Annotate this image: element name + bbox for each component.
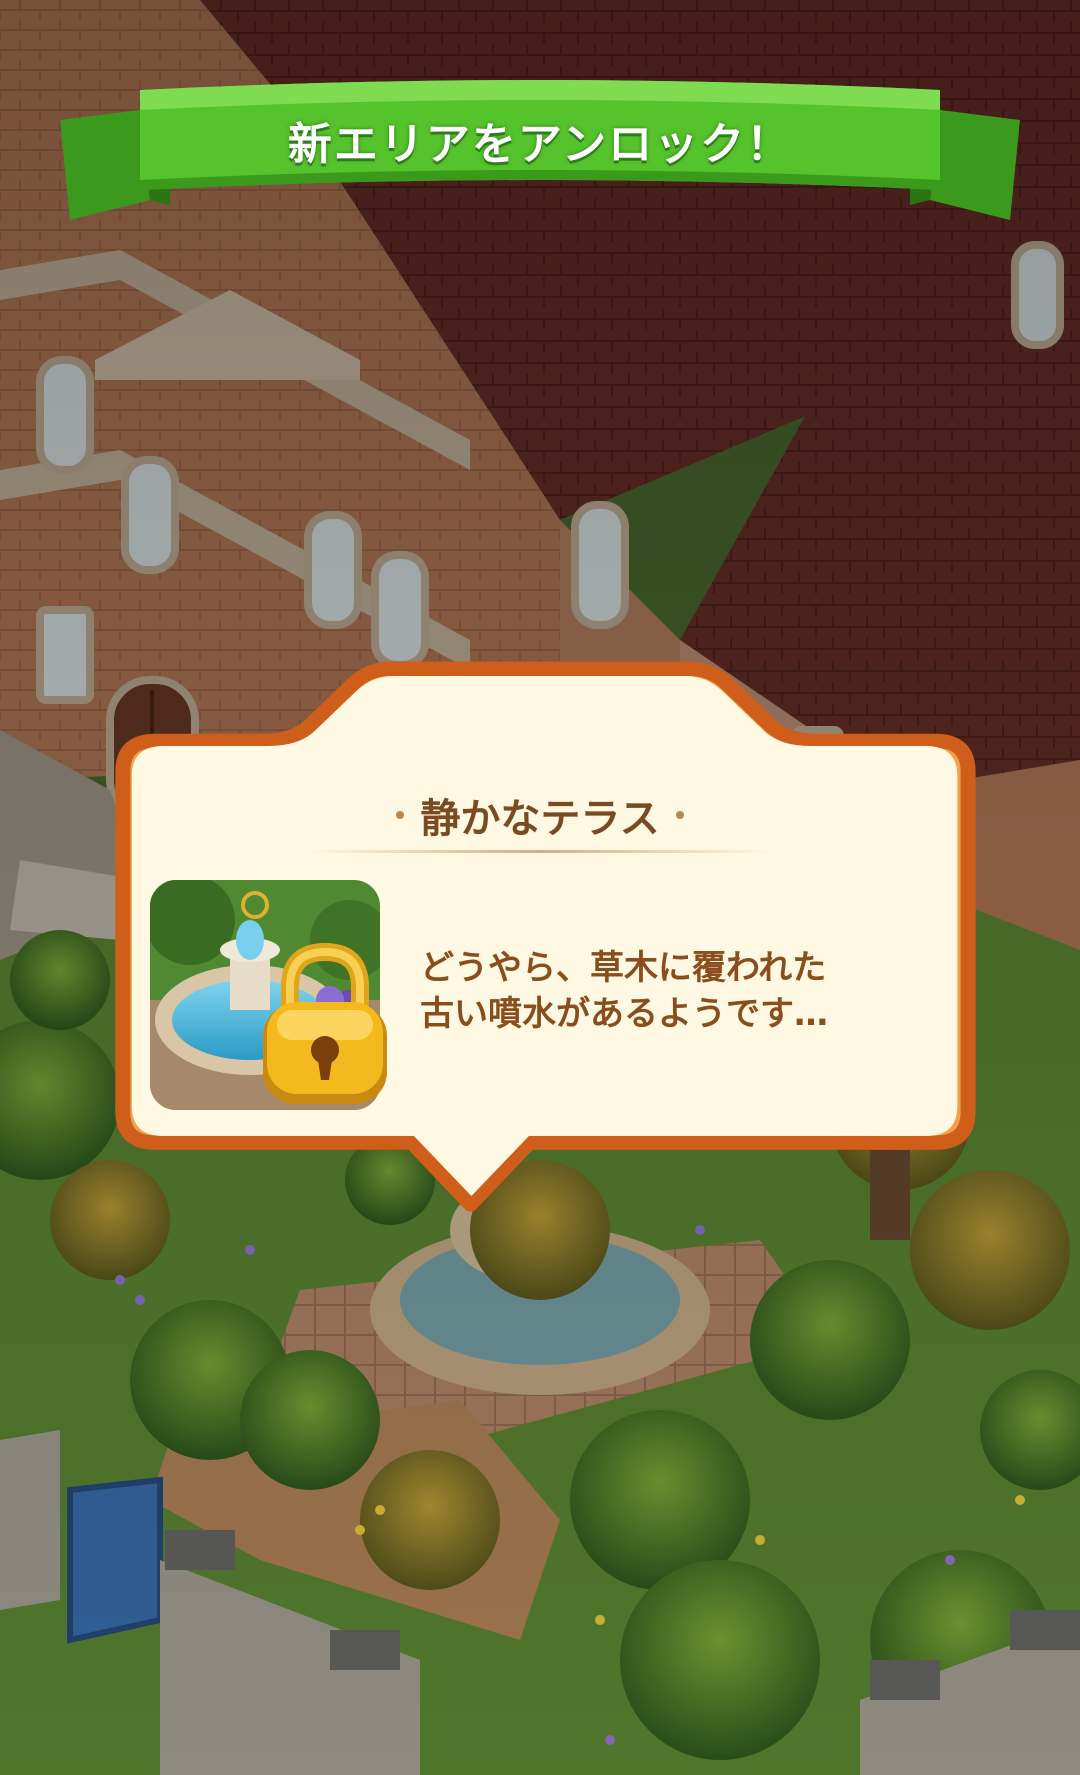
dialog-title-row: 静かなテラス xyxy=(110,790,970,842)
banner-title: 新エリアをアンロック！ xyxy=(287,119,793,170)
area-name: 静かなテラス xyxy=(420,796,660,842)
area-unlocked-banner: 新エリアをアンロック！ xyxy=(60,70,1020,230)
decor-dot-icon xyxy=(675,811,684,819)
area-description: どうやら、草木に覆われた 古い噴水があるようです… xyxy=(420,948,828,1034)
decor-dot-icon xyxy=(396,811,405,819)
padlock-icon xyxy=(255,942,395,1112)
area-info-dialog[interactable]: 静かなテラス どうやら、草木に覆われた 古い噴水があるようです… xyxy=(110,661,976,1212)
title-divider xyxy=(310,850,770,853)
game-scene[interactable]: 新エリアをアンロック！ 静かなテラス どうやら、草木に覆われた 古い噴水があるよ… xyxy=(0,0,1080,1775)
